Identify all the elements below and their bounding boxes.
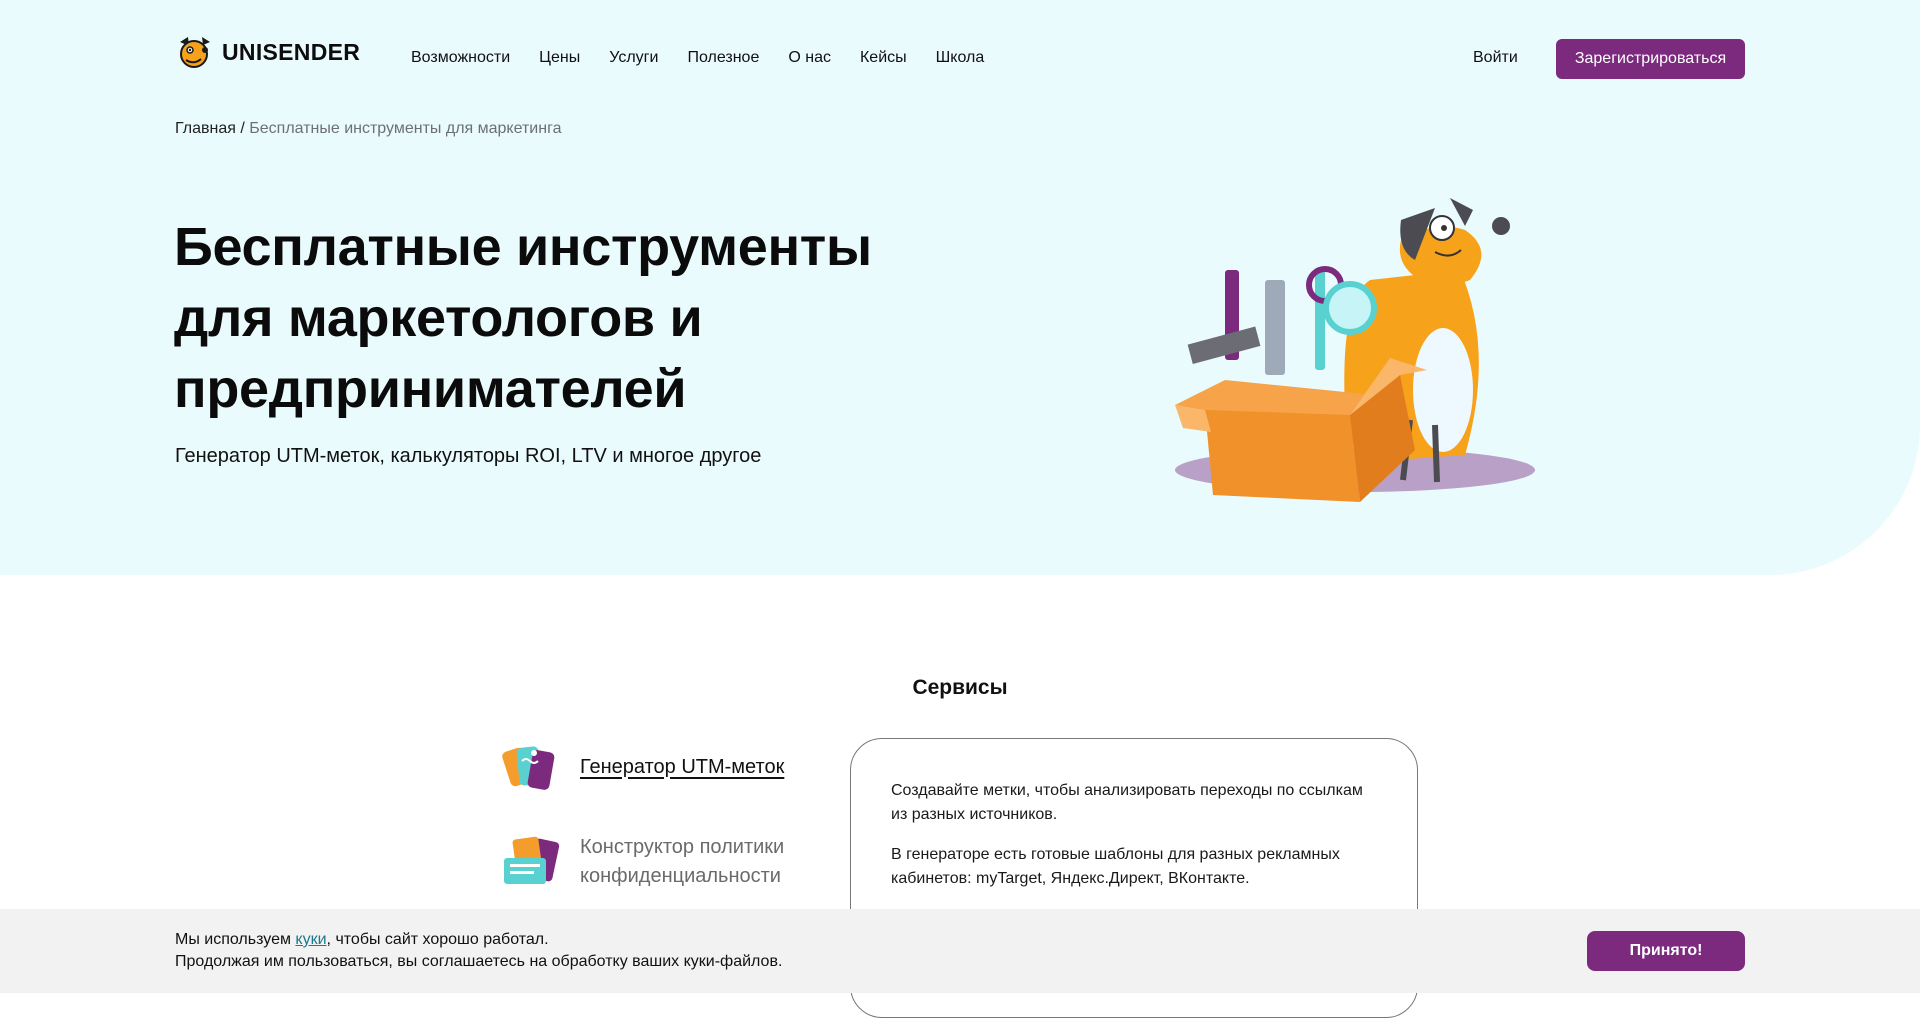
- page-subtitle: Генератор UTM-меток, калькуляторы ROI, L…: [175, 445, 762, 467]
- services-title: Сервисы: [912, 676, 1008, 699]
- main-nav: Возможности Цены Услуги Полезное О нас К…: [411, 49, 984, 67]
- service-label: Конструктор политики конфиденциальности: [580, 836, 785, 887]
- documents-icon: [504, 836, 560, 884]
- nav-item-useful[interactable]: Полезное: [687, 49, 759, 67]
- cookie-banner: Мы используем куки, чтобы сайт хорошо ра…: [0, 909, 1920, 993]
- breadcrumb-home[interactable]: Главная: [175, 120, 236, 137]
- dog-logo-icon: [180, 37, 210, 68]
- dog-with-toolbox-illustration: [1175, 198, 1535, 502]
- nav-item-cases[interactable]: Кейсы: [860, 49, 907, 67]
- cookie-text-line2: Продолжая им пользоваться, вы соглашаете…: [175, 953, 783, 970]
- cookie-text: Мы используем куки, чтобы сайт хорошо ра…: [175, 929, 782, 973]
- page-title: Бесплатные инструменты для маркетологов …: [174, 217, 872, 419]
- service-label: Генератор UTM-меток: [580, 755, 785, 778]
- nav-item-school[interactable]: Школа: [936, 49, 985, 67]
- login-link[interactable]: Войти: [1473, 49, 1518, 67]
- service-description-paragraph: Создавайте метки, чтобы анализировать пе…: [891, 782, 1363, 823]
- cookie-text-suffix: , чтобы сайт хорошо работал.: [326, 931, 549, 948]
- nav-item-features[interactable]: Возможности: [411, 49, 510, 67]
- logo-text: UNISENDER: [222, 38, 361, 65]
- service-item-privacy-policy[interactable]: Конструктор политики конфиденциальности: [498, 830, 820, 894]
- logo[interactable]: UNISENDER: [174, 34, 360, 70]
- breadcrumb-current: Бесплатные инструменты для маркетинга: [249, 120, 562, 137]
- breadcrumb: Главная / Бесплатные инструменты для мар…: [175, 120, 561, 138]
- nav-item-prices[interactable]: Цены: [539, 49, 580, 67]
- cookie-policy-link[interactable]: куки: [295, 931, 326, 948]
- nav-item-services[interactable]: Услуги: [609, 49, 658, 67]
- register-button[interactable]: Зарегистрироваться: [1556, 39, 1745, 79]
- nav-item-about[interactable]: О нас: [788, 49, 831, 67]
- breadcrumb-separator: /: [235, 120, 250, 137]
- site-header: UNISENDER Возможности Цены Услуги Полезн…: [0, 0, 1920, 118]
- cookie-text-prefix: Мы используем: [175, 931, 296, 948]
- tags-icon: [502, 746, 555, 790]
- accept-cookies-button[interactable]: Принято!: [1587, 931, 1745, 971]
- service-item-utm-generator[interactable]: Генератор UTM-меток: [498, 735, 784, 799]
- service-description-paragraph: В генераторе есть готовые шаблоны для ра…: [891, 846, 1340, 887]
